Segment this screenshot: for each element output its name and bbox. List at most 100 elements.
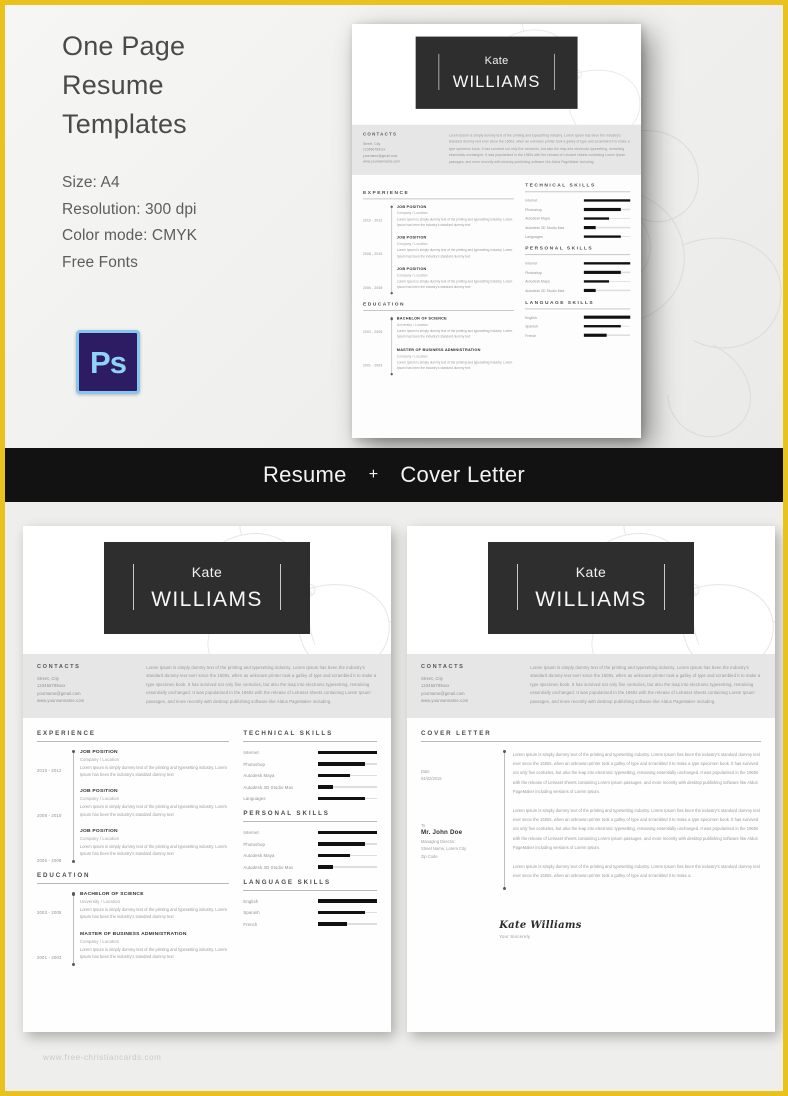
experience-title: EXPERIENCE: [363, 189, 410, 196]
experience-date: 2010 - 2012: [363, 218, 383, 223]
skill-row: Languages: [525, 235, 631, 239]
experience-entry: JOB POSITION Company / Location Lorem Ip…: [80, 789, 229, 817]
job-description: Lorem Ipsum is simply dummy text of the …: [80, 843, 227, 857]
cover-letter-body: COVER LETTER Date 04/02/2016 To Mr. John…: [407, 718, 775, 939]
spec-size: Size: A4: [62, 174, 120, 191]
contact-website: www.yourownname.com: [363, 159, 401, 164]
skill-track: [317, 910, 377, 915]
technical-skills-title: TECHNICAL SKILLS: [243, 730, 334, 738]
skill-track: [317, 750, 377, 755]
job-subtitle: Company / Location: [80, 796, 120, 802]
contacts-title: CONTACTS: [421, 664, 465, 670]
resume-header: Kate WILLIAMS: [23, 526, 391, 654]
experience-date: 2008 - 2010: [37, 813, 62, 819]
skill-label: Autodesk 3D Studio Max: [243, 784, 294, 790]
skill-row: Spanish: [525, 324, 631, 328]
skill-row: Internet: [243, 750, 377, 755]
job-description: Lorem Ipsum is simply dummy text of the …: [80, 804, 227, 817]
skill-track: [317, 785, 377, 789]
cover-contacts-column: CONTACTS Street, City 123456789xxx yourn…: [421, 664, 516, 706]
section-divider: [363, 310, 515, 312]
skill-fill: [317, 750, 377, 755]
job-subtitle: Company / Location: [80, 757, 120, 763]
skill-track: [317, 830, 377, 835]
skill-row: Internet: [525, 199, 631, 202]
contact-website: www.yourownname.com: [37, 698, 85, 704]
degree-subtitle: University / Location: [396, 322, 429, 327]
job-description: Lorem Ipsum is simply dummy text of the …: [396, 248, 513, 258]
skill-fill: [583, 280, 610, 283]
recipient-address: Street Name, Lorem City: [421, 846, 467, 852]
sheets-section: Kate WILLIAMS CONTACTS Street, City 1234…: [5, 502, 783, 1091]
skill-row: Autodesk 3D Studio Max: [525, 289, 631, 292]
resume-sheet[interactable]: Kate WILLIAMS CONTACTS Street, City 1234…: [23, 526, 391, 1032]
skill-track: [317, 922, 377, 926]
section-divider: [243, 741, 377, 743]
degree-description: Lorem Ipsum is simply dummy text of the …: [396, 329, 513, 339]
hero-section: One Page Resume Templates Size: A4 Resol…: [5, 5, 783, 448]
to-label: To: [421, 822, 426, 828]
job-title: JOB POSITION: [80, 750, 118, 756]
signature-block: Kate Williams Your Sincerely: [421, 920, 761, 939]
experience-date: 2006 - 2008: [363, 285, 383, 290]
experience-title: EXPERIENCE: [37, 730, 96, 738]
section-divider: [37, 883, 230, 885]
spec-fonts: Free Fonts: [62, 253, 138, 271]
skill-track: [583, 199, 631, 202]
contacts-intro-text: Lorem Ipsum is simply dummy text of the …: [448, 133, 630, 164]
skill-fill: [583, 217, 610, 220]
job-title: JOB POSITION: [80, 828, 118, 834]
technical-skills-title: TECHNICAL SKILLS: [525, 182, 596, 189]
experience-items: JOB POSITION Company / Location Lorem Ip…: [397, 206, 514, 295]
technical-skills-list: Internet Photoshop Autodesk Maya Autodesk 3…: [525, 199, 631, 239]
skill-row: Autodesk Maya: [525, 279, 631, 283]
thumb-contacts-column: CONTACTS Street, City 123456789xxx yourn…: [363, 132, 438, 165]
degree-subtitle: University / Location: [80, 899, 121, 905]
section-divider: [37, 741, 230, 743]
skill-label: French: [525, 333, 537, 338]
section-divider: [363, 198, 515, 200]
experience-date: 2006 - 2008: [37, 858, 62, 864]
skill-fill: [317, 853, 351, 858]
cover-letter-sheet[interactable]: Kate WILLIAMS CONTACTS Street, City 1234…: [407, 526, 775, 1032]
experience-entry: JOB POSITION Company / Location Lorem Ip…: [397, 268, 514, 290]
skill-label: Autodesk Maya: [243, 773, 275, 779]
title-line-1: One Page: [62, 31, 186, 61]
resume-namebar: Kate WILLIAMS: [103, 542, 311, 634]
skill-row: Spanish: [243, 910, 377, 915]
contacts-intro-text: Lorem Ipsum is simply dummy text of the …: [530, 665, 761, 704]
cover-contacts-intro: Lorem Ipsum is simply dummy text of the …: [530, 664, 761, 706]
contacts-intro-text: Lorem Ipsum is simply dummy text of the …: [146, 665, 377, 704]
job-description: Lorem Ipsum is simply dummy text of the …: [396, 279, 513, 289]
language-skills-title: LANGUAGE SKILLS: [243, 878, 331, 886]
spec-list: Size: A4 Resolution: 300 dpi Color mode:…: [62, 170, 342, 276]
skill-label: Autodesk 3D Studio Max: [525, 225, 565, 230]
skill-label: Internet: [243, 830, 259, 836]
education-timeline: 2003 - 2005 2001 - 2003 BACHELOR OF SCIE…: [37, 892, 229, 967]
namebar-right-rule: [553, 53, 555, 91]
section-divider: [243, 821, 377, 823]
banner-resume-label: Resume: [262, 462, 347, 487]
contact-street: Street, City: [421, 676, 444, 681]
skill-label: Spanish: [243, 910, 260, 916]
language-skills-list: English Spanish French: [243, 899, 377, 927]
degree-subtitle: Company / Location: [396, 353, 428, 358]
title-line-2: Resume: [62, 70, 164, 100]
job-subtitle: Company / Location: [396, 211, 428, 216]
resume-preview-thumbnail[interactable]: Kate WILLIAMS CONTACTS Street, City 1234…: [352, 24, 641, 438]
skill-label: Autodesk Maya: [243, 853, 275, 859]
education-timeline: 2003 - 2005 2001 - 2003 BACHELOR OF SCIE…: [363, 317, 514, 376]
skill-track: [583, 261, 631, 265]
job-description: Lorem Ipsum is simply dummy text of the …: [396, 217, 513, 227]
namebar-left-rule: [438, 53, 440, 91]
section-divider: [525, 191, 631, 193]
skill-fill: [317, 865, 333, 869]
skill-row: Autodesk 3D Studio Max: [525, 225, 631, 230]
cover-letter-row: Date 04/02/2016 To Mr. John Doe Managing…: [421, 750, 761, 891]
education-date: 2003 - 2005: [37, 910, 62, 916]
job-description: Lorem Ipsum is simply dummy text of the …: [80, 765, 227, 778]
thumb-body: EXPERIENCE 2010 - 2012 2008 - 2010 2006 …: [352, 175, 641, 376]
cover-paragraph: Lorem Ipsum is simply dummy text of the …: [512, 864, 760, 879]
experience-date: 2010 - 2012: [37, 768, 62, 774]
skill-track: [317, 796, 377, 801]
